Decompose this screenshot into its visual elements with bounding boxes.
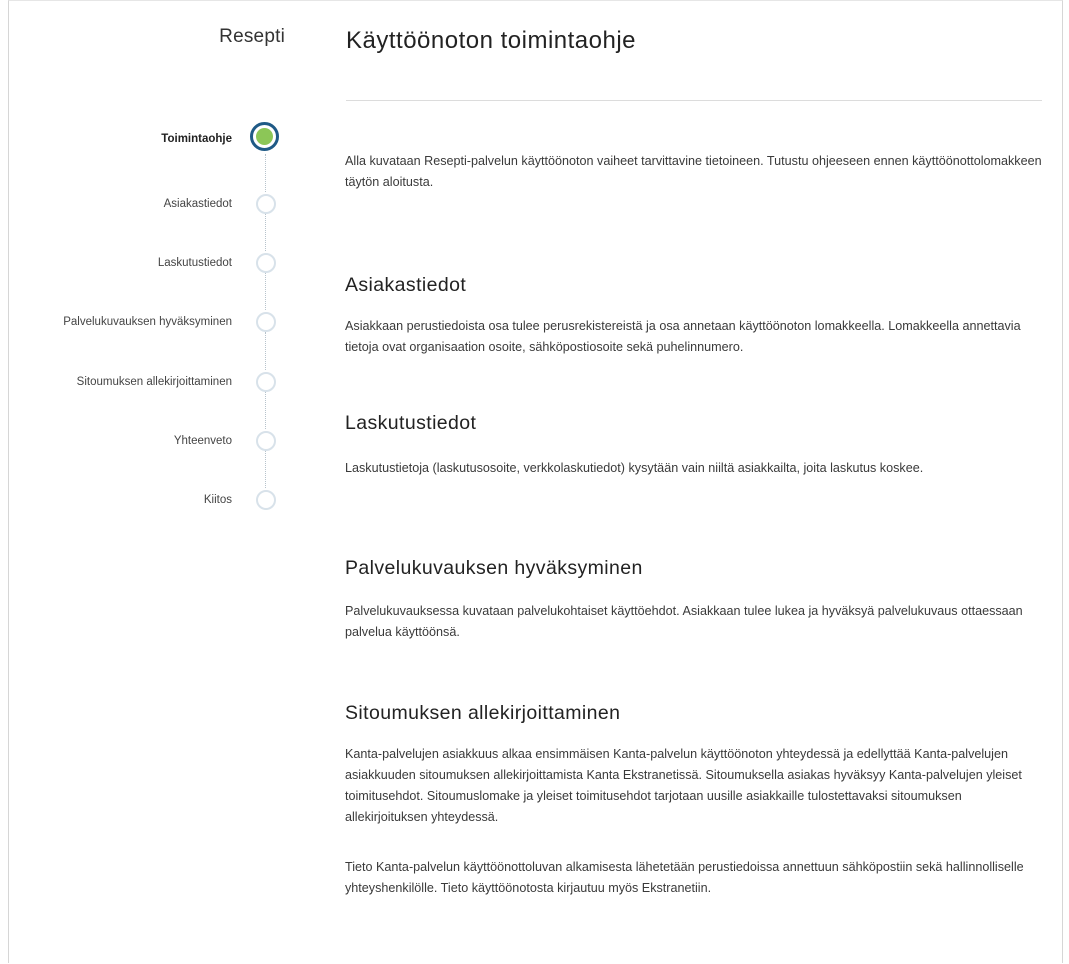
stepper-connector	[265, 450, 266, 488]
step-active-indicator-icon	[250, 122, 279, 151]
section-title-laskutustiedot: Laskutustiedot	[345, 412, 477, 434]
section-title-palvelukuvauksen-hyvaksyminen: Palvelukuvauksen hyväksyminen	[345, 557, 643, 579]
step-circle-icon	[256, 372, 276, 392]
step-kiitos[interactable]: Kiitos	[0, 488, 300, 512]
title-divider	[346, 100, 1042, 101]
step-label: Yhteenveto	[173, 435, 232, 447]
section-text-asiakastiedot: Asiakkaan perustiedoista osa tulee perus…	[345, 319, 1021, 354]
step-label: Asiakastiedot	[163, 198, 232, 210]
section-text-palvelukuvauksen-hyvaksyminen: Palvelukuvauksessa kuvataan palvelukohta…	[345, 604, 1023, 639]
step-toimintaohje[interactable]: Toimintaohje	[0, 122, 300, 151]
section-title-asiakastiedot: Asiakastiedot	[345, 274, 467, 296]
step-label: Sitoumuksen allekirjoittaminen	[76, 376, 232, 388]
step-palvelukuvauksen-hyvaksyminen[interactable]: Palvelukuvauksen hyväksyminen	[0, 310, 300, 334]
stepper-connector	[265, 213, 266, 251]
stepper-connector	[265, 332, 266, 370]
step-label: Kiitos	[203, 494, 232, 506]
intro-text: Alla kuvataan Resepti-palvelun käyttööno…	[345, 154, 1042, 189]
step-yhteenveto[interactable]: Yhteenveto	[0, 429, 300, 453]
step-label: Toimintaohje	[161, 133, 232, 145]
stepper-connector	[265, 154, 266, 192]
step-asiakastiedot[interactable]: Asiakastiedot	[0, 192, 300, 216]
app-title: Resepti	[219, 26, 285, 47]
step-circle-icon	[256, 431, 276, 451]
stepper-connector	[265, 272, 266, 310]
section-text-sitoumuksen-allekirjoittaminen-2: Tieto Kanta-palvelun käyttöönottoluvan a…	[345, 860, 1024, 895]
step-circle-icon	[256, 253, 276, 273]
step-circle-icon	[256, 490, 276, 510]
section-text-laskutustiedot: Laskutustietoja (laskutusosoite, verkkol…	[345, 461, 924, 475]
stepper-connector	[265, 391, 266, 429]
section-text-sitoumuksen-allekirjoittaminen: Kanta-palvelujen asiakkuus alkaa ensimmä…	[345, 747, 1022, 824]
step-laskutustiedot[interactable]: Laskutustiedot	[0, 251, 300, 275]
step-sitoumuksen-allekirjoittaminen[interactable]: Sitoumuksen allekirjoittaminen	[0, 370, 300, 394]
step-circle-icon	[256, 194, 276, 214]
section-title-sitoumuksen-allekirjoittaminen: Sitoumuksen allekirjoittaminen	[345, 702, 621, 724]
step-circle-icon	[256, 312, 276, 332]
step-label: Laskutustiedot	[157, 257, 232, 269]
step-label: Palvelukuvauksen hyväksyminen	[63, 316, 232, 328]
page-title: Käyttöönoton toimintaohje	[346, 27, 637, 54]
